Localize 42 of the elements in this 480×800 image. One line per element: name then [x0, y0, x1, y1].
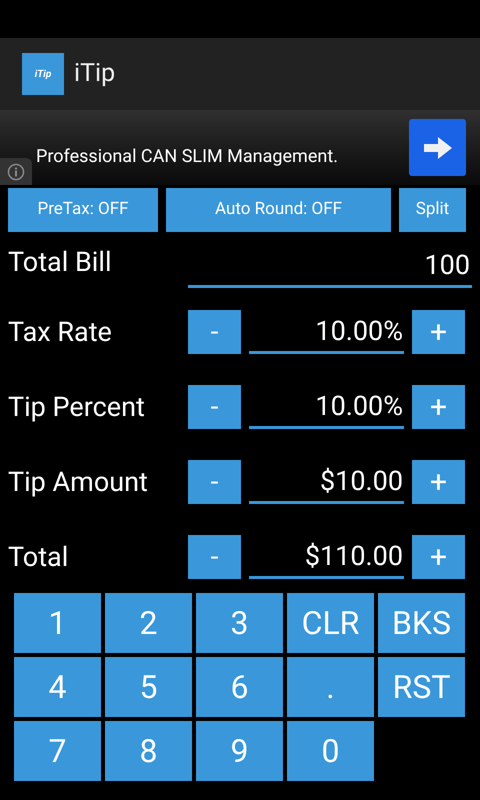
field-label: Tip Percent [8, 390, 146, 425]
keypad-key[interactable]: 0 [287, 721, 374, 781]
ad-text: Professional CAN SLIM Management. [36, 145, 339, 169]
decrement-button[interactable]: - [188, 460, 241, 504]
keypad-key[interactable]: . [287, 657, 374, 717]
input-field[interactable]: 100 [188, 242, 472, 288]
input-field[interactable]: $110.00 [249, 535, 404, 579]
toggle-button[interactable]: PreTax: OFF [8, 188, 158, 232]
keypad-key[interactable]: 9 [196, 721, 283, 781]
increment-button[interactable]: + [412, 460, 465, 504]
field-label: Tax Rate [8, 314, 113, 350]
keypad-key[interactable]: 3 [196, 593, 283, 653]
keypad-key[interactable]: CLR [287, 593, 374, 653]
keypad-key[interactable]: 6 [196, 657, 283, 717]
increment-button[interactable]: + [412, 310, 465, 354]
increment-button[interactable]: + [412, 535, 465, 579]
keypad-key[interactable]: 4 [14, 657, 101, 717]
keypad-key[interactable]: 7 [14, 721, 101, 781]
toggle-button[interactable]: Auto Round: OFF [166, 188, 391, 232]
ad-banner[interactable]: Professional CAN SLIM Management. [0, 110, 480, 185]
decrement-button[interactable]: - [188, 310, 241, 354]
keypad-key[interactable]: 5 [105, 657, 192, 717]
toggle-button[interactable]: Split [399, 188, 466, 232]
ad-arrow-button[interactable] [409, 119, 466, 176]
decrement-button[interactable]: - [188, 535, 241, 579]
input-field[interactable]: $10.00 [249, 460, 404, 504]
keypad-key[interactable]: 1 [14, 593, 101, 653]
arrow-right-icon [424, 136, 452, 158]
increment-button[interactable]: + [412, 385, 465, 429]
keypad-key[interactable]: RST [378, 657, 465, 717]
keypad-key[interactable]: 8 [105, 721, 192, 781]
field-label: Total Bill [8, 244, 113, 280]
keypad-key[interactable]: BKS [378, 593, 465, 653]
field-label: Total [8, 540, 70, 575]
decrement-button[interactable]: - [188, 385, 241, 429]
app-title: iTip [74, 58, 116, 90]
input-field[interactable]: 10.00% [249, 385, 404, 429]
field-label: Tip Amount [8, 464, 149, 500]
info-icon[interactable] [0, 158, 32, 185]
app-logo: iTip [22, 53, 64, 95]
keypad-key[interactable]: 2 [105, 593, 192, 653]
input-field[interactable]: 10.00% [249, 310, 404, 354]
